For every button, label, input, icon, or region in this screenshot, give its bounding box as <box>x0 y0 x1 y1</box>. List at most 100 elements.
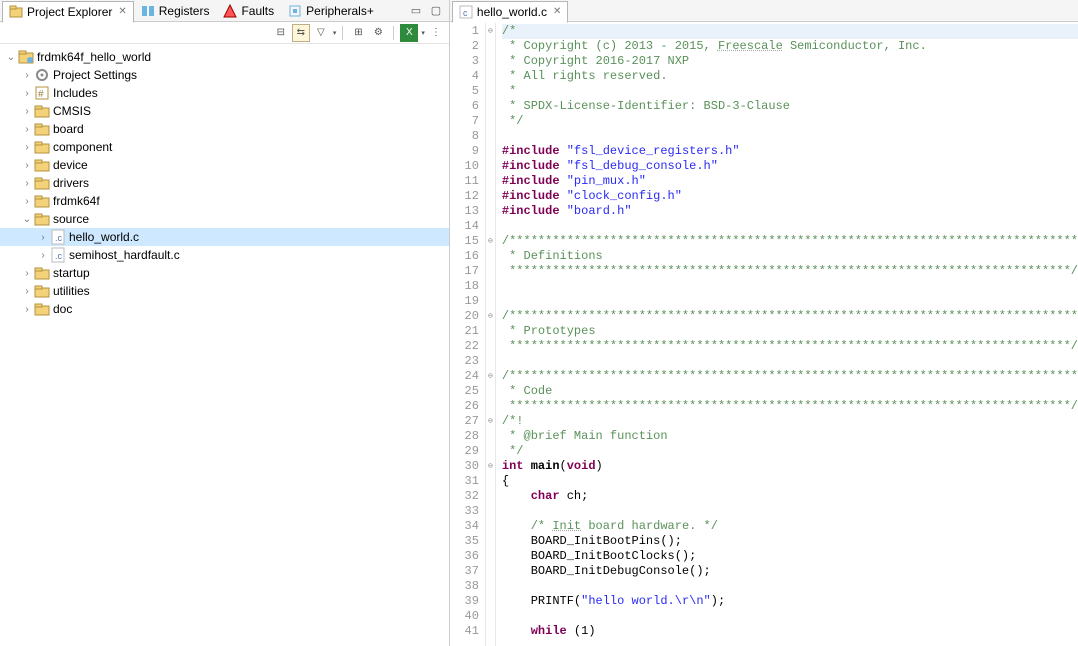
expander-icon[interactable]: › <box>20 106 34 117</box>
code-line[interactable]: int main(void) <box>502 459 1078 474</box>
code-line[interactable]: #include "fsl_device_registers.h" <box>502 144 1078 159</box>
code-line[interactable] <box>502 219 1078 234</box>
tree-item-source[interactable]: ⌄source <box>0 210 449 228</box>
maximize-icon[interactable]: ▢ <box>429 4 443 18</box>
collapse-all-icon[interactable]: ⊟ <box>272 24 290 42</box>
tree-item-includes[interactable]: ›#Includes <box>0 84 449 102</box>
code-line[interactable]: * SPDX-License-Identifier: BSD-3-Clause <box>502 99 1078 114</box>
expander-icon[interactable]: ⌄ <box>4 52 18 63</box>
code-line[interactable]: /* <box>502 24 1078 39</box>
tab-registers[interactable]: Registers <box>134 0 217 22</box>
tree-item-project-settings[interactable]: ›Project Settings <box>0 66 449 84</box>
code-line[interactable]: /***************************************… <box>502 369 1078 384</box>
tab-faults[interactable]: Faults <box>216 0 281 22</box>
tree-item-frdmk64f[interactable]: ›frdmk64f <box>0 192 449 210</box>
code-line[interactable] <box>502 129 1078 144</box>
code-line[interactable]: { <box>502 474 1078 489</box>
expander-icon[interactable]: › <box>20 268 34 279</box>
code-line[interactable]: #include "board.h" <box>502 204 1078 219</box>
filter-icon[interactable]: ▽ <box>312 24 330 42</box>
expander-icon[interactable]: › <box>20 70 34 81</box>
tree-item-drivers[interactable]: ›drivers <box>0 174 449 192</box>
code-line[interactable]: * @brief Main function <box>502 429 1078 444</box>
tree-item-frdmk64f-hello-world[interactable]: ⌄frdmk64f_hello_world <box>0 48 449 66</box>
expander-icon[interactable]: › <box>20 304 34 315</box>
fold-marker[interactable]: ⊖ <box>486 309 495 324</box>
fold-marker[interactable]: ⊖ <box>486 459 495 474</box>
tab-peripherals[interactable]: Peripherals+ <box>281 0 381 22</box>
code-line[interactable]: /*! <box>502 414 1078 429</box>
code-line[interactable] <box>502 504 1078 519</box>
expander-icon[interactable]: › <box>20 88 34 99</box>
tree-item-startup[interactable]: ›startup <box>0 264 449 282</box>
view-menu-icon[interactable]: ⋮ <box>427 24 445 42</box>
tree-item-cmsis[interactable]: ›CMSIS <box>0 102 449 120</box>
code-line[interactable] <box>502 279 1078 294</box>
select-working-set-icon[interactable]: ⚙ <box>369 24 387 42</box>
code-line[interactable]: * Code <box>502 384 1078 399</box>
expander-icon[interactable]: › <box>20 160 34 171</box>
code-line[interactable]: */ <box>502 114 1078 129</box>
code-line[interactable] <box>502 609 1078 624</box>
code-line[interactable]: * All rights reserved. <box>502 69 1078 84</box>
tree-item-board[interactable]: ›board <box>0 120 449 138</box>
code-line[interactable]: BOARD_InitBootPins(); <box>502 534 1078 549</box>
tree-item-hello-world-c[interactable]: ›.chello_world.c <box>0 228 449 246</box>
code-line[interactable] <box>502 579 1078 594</box>
editor-area[interactable]: 1234567891011121314151617181920212223242… <box>450 22 1078 646</box>
code-line[interactable]: BOARD_InitBootClocks(); <box>502 549 1078 564</box>
code-line[interactable]: BOARD_InitDebugConsole(); <box>502 564 1078 579</box>
tree-item-device[interactable]: ›device <box>0 156 449 174</box>
code-line[interactable] <box>502 354 1078 369</box>
code-line[interactable]: char ch; <box>502 489 1078 504</box>
expander-icon[interactable]: › <box>20 124 34 135</box>
code-line[interactable]: #include "fsl_debug_console.h" <box>502 159 1078 174</box>
fold-marker[interactable]: ⊖ <box>486 234 495 249</box>
code-line[interactable]: * Prototypes <box>502 324 1078 339</box>
dropdown-caret-icon[interactable]: ▾ <box>333 29 337 37</box>
expander-icon[interactable]: › <box>36 232 50 243</box>
editor-tab-hello-world[interactable]: c hello_world.c ✕ <box>452 1 568 23</box>
code-line[interactable]: ****************************************… <box>502 339 1078 354</box>
code-line[interactable]: #include "clock_config.h" <box>502 189 1078 204</box>
tree-item-component[interactable]: ›component <box>0 138 449 156</box>
expander-icon[interactable]: ⌄ <box>20 214 34 225</box>
close-icon[interactable]: ✕ <box>553 6 561 17</box>
code-line[interactable]: /* Init board hardware. */ <box>502 519 1078 534</box>
focus-icon[interactable]: ⊞ <box>349 24 367 42</box>
fold-gutter[interactable]: ⊖ ⊖ ⊖ ⊖ ⊖ ⊖ <box>486 22 496 646</box>
code-line[interactable]: */ <box>502 444 1078 459</box>
tree-item-utilities[interactable]: ›utilities <box>0 282 449 300</box>
tab-project-explorer[interactable]: Project Explorer✕ <box>2 1 134 23</box>
tree-item-semihost-hardfault-c[interactable]: ›.csemihost_hardfault.c <box>0 246 449 264</box>
code-line[interactable]: PRINTF("hello world.\r\n"); <box>502 594 1078 609</box>
close-icon[interactable]: ✕ <box>118 6 126 17</box>
code-line[interactable]: #include "pin_mux.h" <box>502 174 1078 189</box>
fold-marker[interactable]: ⊖ <box>486 369 495 384</box>
dropdown-caret-icon[interactable]: ▾ <box>421 29 425 37</box>
link-with-editor-icon[interactable]: ⇆ <box>292 24 310 42</box>
code-area[interactable]: /* * Copyright (c) 2013 - 2015, Freescal… <box>496 22 1078 646</box>
code-line[interactable]: while (1) <box>502 624 1078 639</box>
expander-icon[interactable]: › <box>20 178 34 189</box>
code-line[interactable]: * Copyright 2016-2017 NXP <box>502 54 1078 69</box>
expander-icon[interactable]: › <box>20 142 34 153</box>
code-line[interactable]: * <box>502 84 1078 99</box>
code-line[interactable]: ****************************************… <box>502 399 1078 414</box>
line-number: 2 <box>452 39 479 54</box>
code-line[interactable] <box>502 294 1078 309</box>
code-line[interactable]: ****************************************… <box>502 264 1078 279</box>
tree-item-doc[interactable]: ›doc <box>0 300 449 318</box>
minimize-icon[interactable]: ▭ <box>409 4 423 18</box>
excel-icon[interactable]: X <box>400 24 418 42</box>
code-line[interactable]: * Copyright (c) 2013 - 2015, Freescale S… <box>502 39 1078 54</box>
code-line[interactable]: /***************************************… <box>502 234 1078 249</box>
fold-marker[interactable]: ⊖ <box>486 414 495 429</box>
expander-icon[interactable]: › <box>20 286 34 297</box>
fold-marker[interactable]: ⊖ <box>486 24 495 39</box>
expander-icon[interactable]: › <box>20 196 34 207</box>
code-line[interactable]: /***************************************… <box>502 309 1078 324</box>
code-line[interactable]: * Definitions <box>502 249 1078 264</box>
expander-icon[interactable]: › <box>36 250 50 261</box>
project-tree[interactable]: ⌄frdmk64f_hello_world›Project Settings›#… <box>0 44 449 646</box>
